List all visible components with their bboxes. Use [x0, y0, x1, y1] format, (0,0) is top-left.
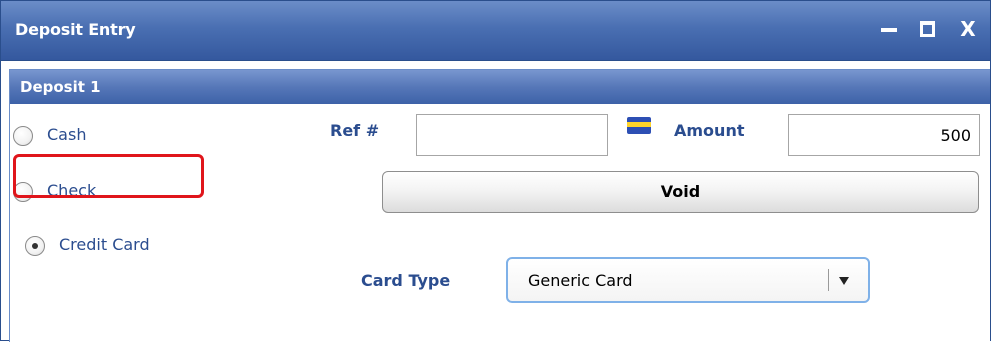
minimize-icon[interactable] [878, 17, 902, 41]
credit-card-radio[interactable] [25, 236, 45, 256]
card-type-label: Card Type [361, 271, 451, 290]
panel-title: Deposit 1 [20, 78, 101, 96]
close-icon[interactable]: X [956, 17, 980, 41]
ref-label: Ref # [330, 121, 380, 140]
maximize-icon[interactable] [916, 17, 940, 41]
title-bar: Deposit Entry X [1, 1, 990, 61]
cash-radio[interactable] [13, 126, 33, 146]
select-divider [828, 269, 829, 291]
card-type-select[interactable]: Generic Card [506, 257, 870, 303]
card-type-value: Generic Card [528, 271, 633, 290]
window-title: Deposit Entry [15, 20, 136, 39]
credit-card-icon [627, 117, 651, 134]
credit-card-label: Credit Card [59, 235, 150, 254]
ref-input[interactable] [416, 114, 608, 156]
chevron-down-icon[interactable] [839, 277, 849, 285]
amount-input[interactable] [788, 114, 980, 156]
cash-label: Cash [47, 125, 87, 144]
panel-header: Deposit 1 [10, 70, 990, 104]
void-button[interactable]: Void [382, 171, 979, 213]
credit-card-highlight [13, 154, 204, 198]
amount-label: Amount [674, 121, 745, 140]
deposit-entry-window: Deposit Entry X Deposit 1 Cash Check Cre… [0, 0, 991, 342]
